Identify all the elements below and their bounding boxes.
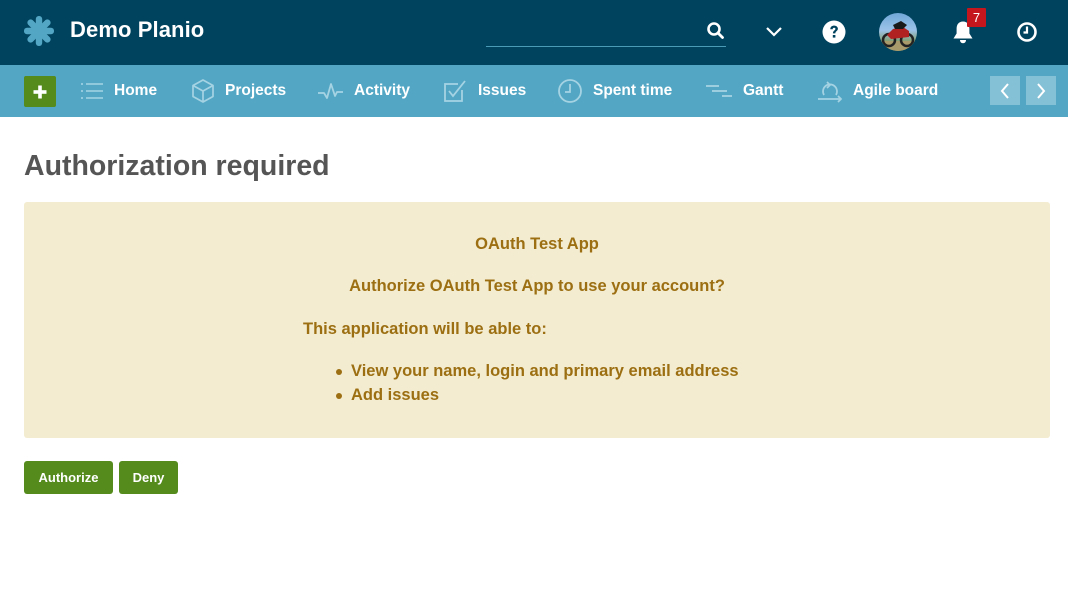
authorize-button[interactable]: Authorize bbox=[24, 461, 113, 494]
scroll-right-button[interactable] bbox=[1026, 76, 1056, 105]
nav-item-projects[interactable]: Projects bbox=[191, 65, 286, 117]
planio-logo-icon[interactable] bbox=[24, 16, 54, 46]
app-name: OAuth Test App bbox=[475, 235, 599, 253]
main-menu: Home Projects Activity Issues Spent time… bbox=[0, 65, 1068, 117]
gantt-icon bbox=[706, 85, 732, 97]
scroll-left-button[interactable] bbox=[990, 76, 1020, 105]
permission-item: Add issues bbox=[335, 386, 739, 410]
chevron-left-icon bbox=[1000, 82, 1009, 99]
nav-item-agile-board[interactable]: Agile board bbox=[817, 65, 938, 117]
search-icon[interactable] bbox=[706, 21, 726, 41]
search-field[interactable] bbox=[486, 18, 726, 47]
nav-label: Home bbox=[114, 82, 158, 99]
nav-label: Projects bbox=[225, 82, 287, 99]
nav-label: Agile board bbox=[853, 82, 939, 99]
agile-icon bbox=[818, 81, 843, 103]
search-input[interactable] bbox=[486, 18, 696, 46]
nav-item-gantt[interactable]: Gantt bbox=[705, 65, 783, 117]
user-avatar[interactable] bbox=[879, 13, 917, 51]
list-icon bbox=[81, 83, 103, 99]
nav-label: Issues bbox=[478, 82, 527, 99]
nav-item-issues[interactable]: Issues bbox=[443, 65, 526, 117]
page-title: Authorization required bbox=[24, 150, 330, 182]
new-object-button[interactable] bbox=[24, 76, 56, 107]
nav-label: Gantt bbox=[743, 82, 784, 99]
nav-item-home[interactable]: Home bbox=[80, 65, 157, 117]
cube-icon bbox=[192, 79, 214, 103]
help-icon[interactable] bbox=[821, 19, 846, 44]
permissions-list: View your name, login and primary email … bbox=[335, 362, 739, 410]
app-title[interactable]: Demo Planio bbox=[70, 17, 204, 43]
clock-icon bbox=[558, 79, 582, 103]
deny-button[interactable]: Deny bbox=[119, 461, 178, 494]
plus-icon bbox=[33, 85, 47, 98]
permission-item: View your name, login and primary email … bbox=[335, 362, 739, 386]
nav-label: Spent time bbox=[593, 82, 673, 99]
nav-label: Activity bbox=[354, 82, 410, 99]
permissions-heading: This application will be able to: bbox=[303, 320, 547, 338]
clock-icon[interactable] bbox=[1014, 19, 1040, 45]
notification-count-badge[interactable]: 7 bbox=[967, 8, 986, 27]
nav-item-activity[interactable]: Activity bbox=[317, 65, 410, 117]
chevron-down-icon[interactable] bbox=[762, 21, 786, 43]
checkbox-icon bbox=[444, 80, 466, 102]
authorization-notice: OAuth Test App Authorize OAuth Test App … bbox=[24, 202, 1050, 438]
authorization-question: Authorize OAuth Test App to use your acc… bbox=[349, 277, 725, 295]
nav-item-spent-time[interactable]: Spent time bbox=[557, 65, 672, 117]
top-bar: Demo Planio 7 bbox=[0, 0, 1068, 65]
activity-icon bbox=[318, 83, 343, 99]
chevron-right-icon bbox=[1037, 82, 1046, 99]
